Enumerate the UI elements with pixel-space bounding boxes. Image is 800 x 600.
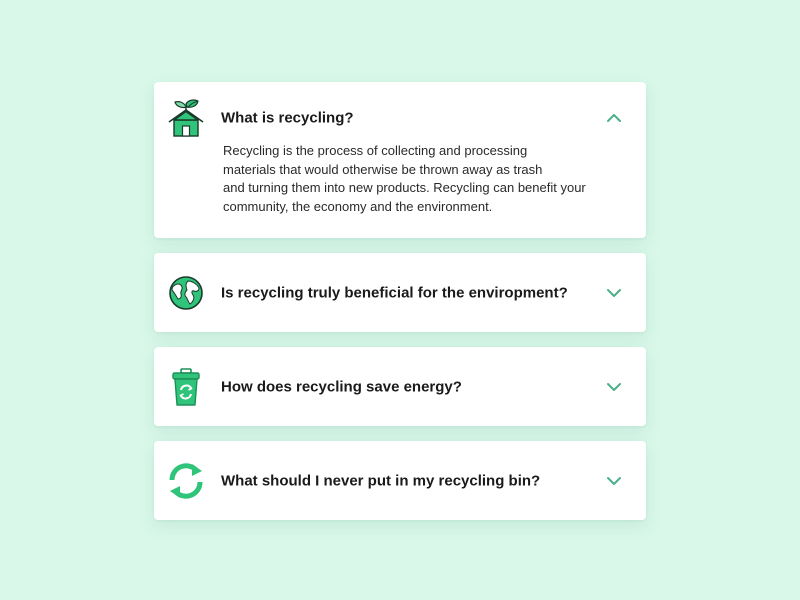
faq-question: What is recycling? <box>221 109 354 127</box>
faq-question-header[interactable]: What should I never put in my recycling … <box>154 441 646 520</box>
faq-question: What should I never put in my recycling … <box>221 472 541 489</box>
eco-house-icon <box>168 99 204 137</box>
faq-item-environment: Is recycling truly beneficial for the en… <box>154 253 646 332</box>
faq-item-never-put: What should I never put in my recycling … <box>154 441 646 520</box>
chevron-down-icon[interactable] <box>604 283 624 303</box>
faq-answer: Recycling is the process of collecting a… <box>154 142 646 238</box>
recycle-arrows-icon <box>169 462 203 499</box>
globe-icon <box>169 275 203 310</box>
chevron-up-icon[interactable] <box>604 108 624 128</box>
chevron-down-icon[interactable] <box>604 377 624 397</box>
faq-item-what-is-recycling: What is recycling? Recycling is the proc… <box>154 82 646 238</box>
answer-line: and turning them into new products. Recy… <box>223 180 586 195</box>
answer-line: materials that would otherwise be thrown… <box>223 161 543 177</box>
faq-question-header[interactable]: What is recycling? <box>154 82 646 154</box>
faq-question: Is recycling truly beneficial for the en… <box>221 284 568 301</box>
faq-item-save-energy: How does recycling save energy? <box>154 347 646 426</box>
recycling-bin-icon <box>172 367 200 406</box>
faq-accordion: What is recycling? Recycling is the proc… <box>154 82 646 520</box>
faq-question-header[interactable]: Is recycling truly beneficial for the en… <box>154 253 646 332</box>
faq-question-header[interactable]: How does recycling save energy? <box>154 347 646 426</box>
answer-line: community, the economy and the environme… <box>223 198 493 214</box>
faq-question: How does recycling save energy? <box>221 378 462 395</box>
chevron-down-icon[interactable] <box>604 471 624 491</box>
